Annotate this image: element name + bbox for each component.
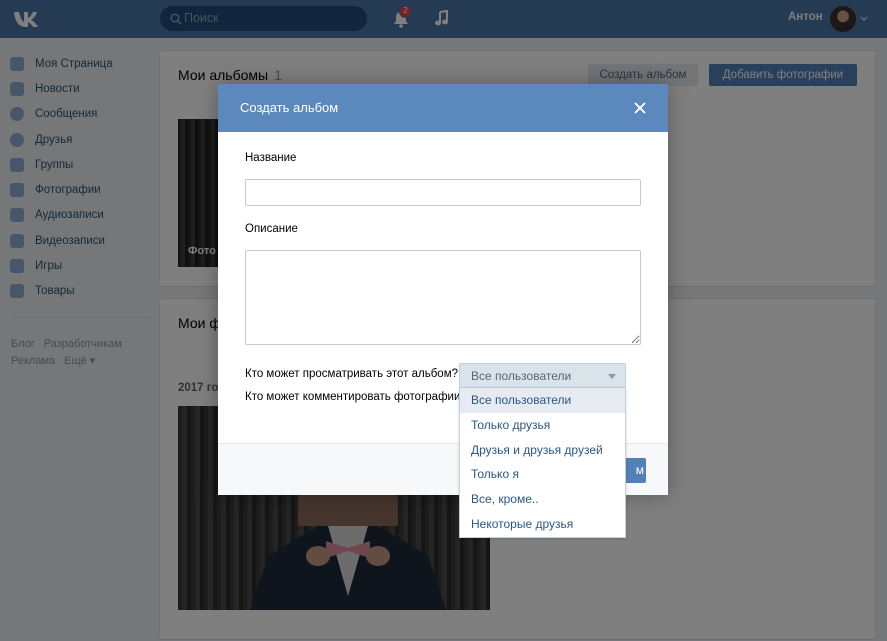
dropdown-option-all-users[interactable]: Все пользователи — [460, 388, 625, 413]
dropdown-option-friends-only[interactable]: Только друзья — [460, 413, 625, 438]
view-privacy-label: Кто может просматривать этот альбом? — [245, 368, 458, 380]
album-name-input[interactable] — [245, 179, 641, 206]
description-label: Описание — [245, 223, 298, 235]
comment-privacy-label: Кто может комментировать фотографии? — [245, 391, 467, 403]
privacy-dropdown-menu: Все пользователи Только друзья Друзья и … — [459, 388, 626, 538]
dropdown-option-only-me[interactable]: Только я — [460, 462, 625, 487]
close-icon[interactable] — [633, 101, 647, 115]
album-description-input[interactable] — [245, 250, 641, 345]
dropdown-option-all-except[interactable]: Все, кроме.. — [460, 487, 625, 512]
select-current-value: Все пользователи — [471, 369, 572, 383]
dropdown-arrow-icon — [608, 374, 616, 379]
dialog-title: Создать альбом — [240, 100, 339, 115]
dropdown-option-some-friends[interactable]: Некоторые друзья — [460, 512, 625, 537]
dropdown-option-friends-of-friends[interactable]: Друзья и друзья друзей — [460, 438, 625, 463]
dialog-header: Создать альбом — [218, 84, 668, 132]
name-label: Название — [245, 152, 297, 164]
view-privacy-select[interactable]: Все пользователи — [459, 363, 626, 388]
